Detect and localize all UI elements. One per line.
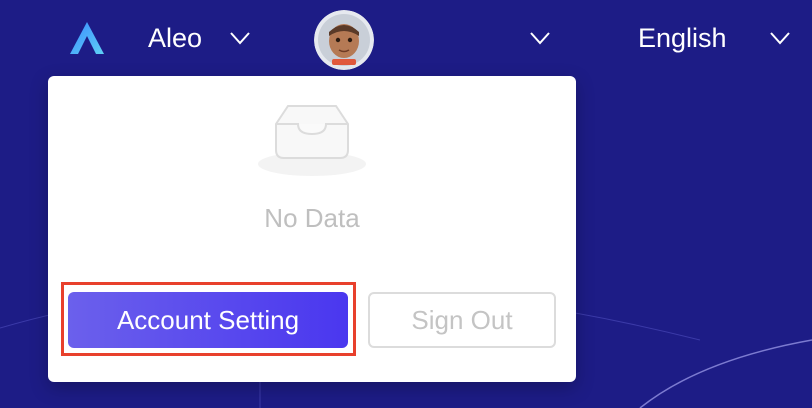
network-selector-label[interactable]: Aleo [148,22,202,54]
account-avatar[interactable] [314,10,374,70]
chevron-down-icon[interactable] [229,30,251,46]
language-selector-label[interactable]: English [638,22,727,54]
astronaut-avatar-icon [314,10,374,70]
empty-state-text: No Data [264,203,360,233]
chevron-down-icon[interactable] [769,30,791,46]
empty-inbox-icon [258,105,366,176]
chevron-down-icon[interactable] [529,30,551,46]
account-dropdown-menu: No Data Account Setting Sign Out [48,76,576,382]
account-setting-button[interactable]: Account Setting [68,292,348,348]
aleo-logo-icon[interactable] [68,20,106,56]
sign-out-button[interactable]: Sign Out [368,292,556,348]
